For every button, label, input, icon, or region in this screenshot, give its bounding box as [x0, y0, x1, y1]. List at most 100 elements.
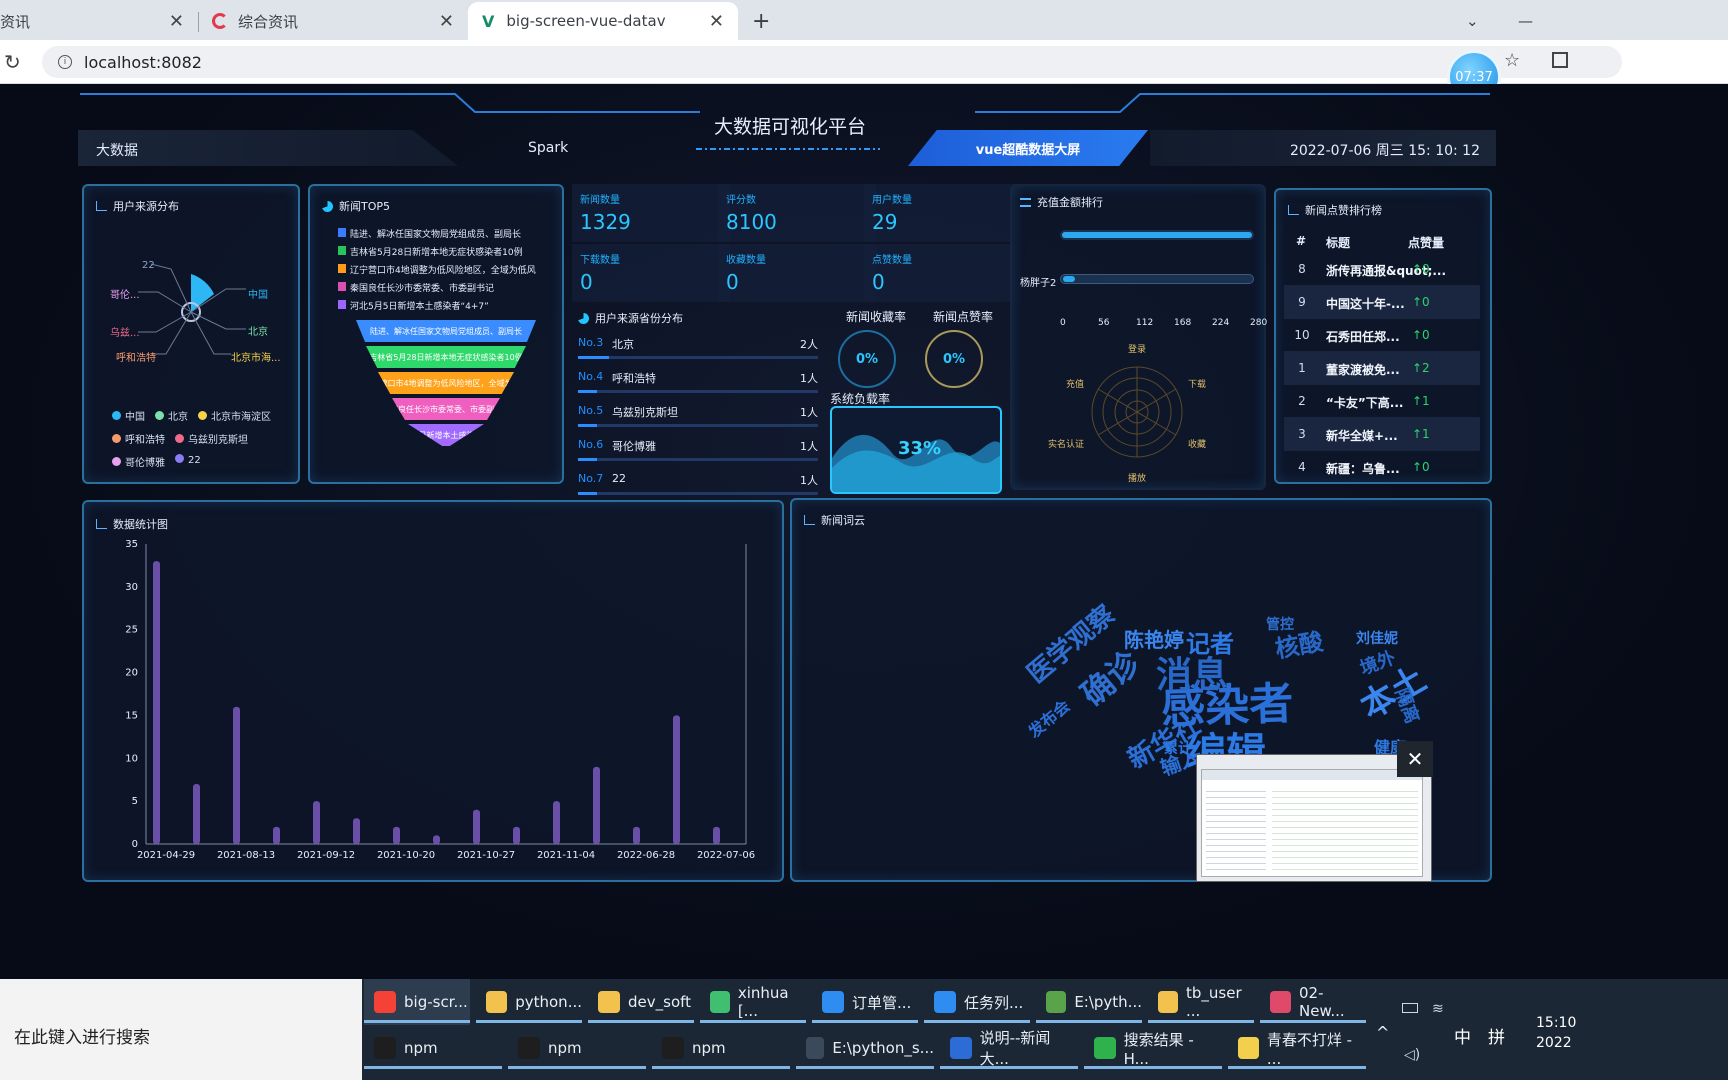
word-cloud-word[interactable]: 累计 — [1164, 738, 1192, 758]
close-icon[interactable]: ✕ — [1397, 741, 1433, 777]
taskbar-app-button[interactable]: python... — [476, 979, 582, 1025]
active-indicator — [1036, 1020, 1142, 1023]
legend-item[interactable]: 北京 — [155, 408, 188, 423]
reload-icon[interactable]: ↻ — [4, 50, 21, 74]
taskbar-app-button[interactable]: 搜索结果 - H... — [1084, 1025, 1222, 1071]
legend-item[interactable]: 呼和浩特 — [112, 431, 165, 446]
legend-item[interactable]: 哥伦博雅 — [112, 454, 165, 469]
table-row[interactable]: 1 董家渡被免... ↑2 — [1284, 351, 1480, 385]
table-row[interactable]: 8 浙传再通报&quot;... ↑0 — [1284, 252, 1480, 286]
tab-big-screen[interactable]: V big-screen-vue-datav ✕ — [468, 2, 738, 40]
table-row[interactable]: 2 “卡友”下高... ↑1 — [1284, 384, 1480, 418]
taskbar-app-button[interactable]: 订单管... — [812, 979, 918, 1025]
chevron-up-icon[interactable]: ^ — [1376, 1023, 1389, 1042]
table-row[interactable]: 3 新华全媒+... ↑1 — [1284, 417, 1480, 451]
list-item[interactable]: 秦国良任长沙市委常委、市委副书记 — [338, 280, 556, 298]
taskbar-app-button[interactable]: big-scr... — [364, 979, 470, 1025]
recharge-bar[interactable] — [1063, 276, 1075, 282]
stat-card: 收藏数量 0 — [718, 244, 876, 302]
close-icon[interactable]: ✕ — [169, 11, 184, 32]
wifi-icon[interactable]: ≋ — [1432, 1001, 1444, 1017]
ime-indicator[interactable]: 中 — [1454, 1023, 1471, 1048]
taskbar-app-button[interactable]: E:\python_s... — [796, 1025, 934, 1071]
taskbar-app-button[interactable]: xinhua [... — [700, 979, 806, 1025]
chart-bar[interactable] — [153, 561, 160, 844]
word-cloud-word[interactable]: 记者 — [1186, 624, 1234, 659]
list-item[interactable]: No.3 北京 2人 — [578, 328, 818, 362]
funnel-level[interactable]: 吉林省5月28日新增本地无症状感染者10例 — [366, 346, 526, 368]
close-icon[interactable]: ✕ — [439, 11, 454, 32]
legend-item[interactable]: 中国 — [112, 408, 145, 423]
legend-item[interactable]: 22 — [175, 454, 201, 469]
rose-label: 北京 — [248, 327, 268, 338]
taskbar-app-button[interactable]: npm — [364, 1025, 502, 1071]
bookmark-star-icon[interactable]: ☆ — [1504, 50, 1520, 71]
taskbar-preview-popup[interactable]: ✕ — [1196, 741, 1433, 882]
list-item[interactable]: 吉林省5月28日新增本地无症状感染者10例 — [338, 244, 556, 262]
site-info-icon[interactable]: i — [58, 55, 72, 69]
list-item[interactable]: No.5 乌兹别克斯坦 1人 — [578, 396, 818, 430]
tab-zixun[interactable]: 资讯 ✕ — [0, 2, 199, 40]
stat-value: 1329 — [580, 210, 631, 234]
funnel-level[interactable]: 陆进、解冰任国家文物局党组成员、副局长 — [356, 320, 536, 342]
funnel-level[interactable]: 辽宁营口市4地调整为低风险地区，全域为低风 — [378, 372, 514, 394]
chart-bar[interactable] — [273, 826, 280, 844]
list-item[interactable]: No.4 呼和浩特 1人 — [578, 362, 818, 396]
chart-bar[interactable] — [433, 835, 440, 844]
taskbar-search-box[interactable]: 在此键入进行搜索 — [0, 979, 362, 1080]
x-tick-label: 2021-10-20 — [377, 850, 435, 861]
battery-icon[interactable] — [1402, 1003, 1418, 1013]
table-row[interactable]: 10 石秀田任郑... ↑0 — [1284, 318, 1480, 352]
tab-zonghe-zixun[interactable]: 综合资讯 ✕ — [200, 2, 468, 40]
taskbar-app-button[interactable]: dev_soft — [588, 979, 694, 1025]
taskbar-date[interactable]: 2022 — [1536, 1035, 1572, 1051]
chart-bar[interactable] — [633, 826, 640, 844]
funnel-level[interactable]: 河北5月5日新增本土感染者“4+7” — [408, 424, 484, 446]
taskbar-time[interactable]: 15:10 — [1536, 1015, 1576, 1031]
recharge-bar[interactable] — [1062, 232, 1252, 238]
close-icon[interactable]: ✕ — [709, 11, 724, 32]
taskbar-app-button[interactable]: npm — [508, 1025, 646, 1071]
dashboard: 大数据可视化平台 大数据 Spark vue超酷数据大屏 2022-07-06 … — [0, 84, 1728, 979]
chart-bar[interactable] — [233, 706, 240, 844]
taskbar-app-button[interactable]: E:\pyth... — [1036, 979, 1142, 1025]
chart-bar[interactable] — [673, 715, 680, 844]
minimize-icon[interactable]: — — [1518, 2, 1538, 40]
ime-mode[interactable]: 拼 — [1488, 1023, 1505, 1048]
list-item[interactable]: 陆进、解冰任国家文物局党组成员、副局长 — [338, 226, 556, 244]
word-cloud-word[interactable]: 陈艳婷 — [1124, 624, 1184, 653]
chart-bar[interactable] — [353, 818, 360, 844]
table-row[interactable]: 9 中国这十年-... ↑0 — [1284, 285, 1480, 319]
table-row[interactable]: 4 新疆：乌鲁... ↑0 — [1284, 450, 1480, 484]
taskbar-app-button[interactable]: 说明--新闻大... — [940, 1025, 1078, 1071]
url-field[interactable]: i localhost:8082 — [42, 46, 1622, 78]
chart-bar[interactable] — [553, 801, 560, 844]
taskbar-app-button[interactable]: npm — [652, 1025, 790, 1071]
legend-item[interactable]: 北京市海淀区 — [198, 408, 271, 423]
side-panel-icon[interactable] — [1552, 52, 1568, 68]
taskbar-app-button[interactable]: tb_user ... — [1148, 979, 1254, 1025]
volume-icon[interactable]: ◁) — [1404, 1047, 1420, 1063]
chart-bar[interactable] — [713, 826, 720, 844]
chart-bar[interactable] — [593, 766, 600, 844]
chart-bar[interactable] — [313, 801, 320, 844]
tab-search-chevron-icon[interactable]: ⌄ — [1466, 2, 1486, 40]
taskbar-app-button[interactable]: 任务列... — [924, 979, 1030, 1025]
chart-bar[interactable] — [513, 826, 520, 844]
chart-bar[interactable] — [393, 826, 400, 844]
list-item[interactable]: 河北5月5日新增本土感染者“4+7” — [338, 298, 556, 316]
active-indicator — [1260, 1020, 1366, 1023]
chart-bar[interactable] — [473, 809, 480, 844]
taskbar-app-button[interactable]: 青春不打烊 - ... — [1228, 1025, 1366, 1071]
taskbar-app-button[interactable]: 02-New... — [1260, 979, 1366, 1025]
funnel-level[interactable]: 秦国良任长沙市委常委、市委副书记 — [392, 398, 500, 420]
list-item[interactable]: 辽宁营口市4地调整为低风险地区，全域为低风 — [338, 262, 556, 280]
header-active-tab[interactable]: vue超酷数据大屏 — [908, 130, 1148, 166]
legend-item[interactable]: 乌兹别克斯坦 — [175, 431, 248, 446]
list-item[interactable]: No.7 22 1人 — [578, 464, 818, 498]
new-tab-button[interactable]: + — [752, 2, 776, 40]
word-cloud-word[interactable]: 管控 — [1266, 614, 1294, 634]
list-item[interactable]: No.6 哥伦博雅 1人 — [578, 430, 818, 464]
chart-bar[interactable] — [193, 784, 200, 844]
word-cloud-word[interactable]: 刘佳妮 — [1356, 628, 1398, 648]
